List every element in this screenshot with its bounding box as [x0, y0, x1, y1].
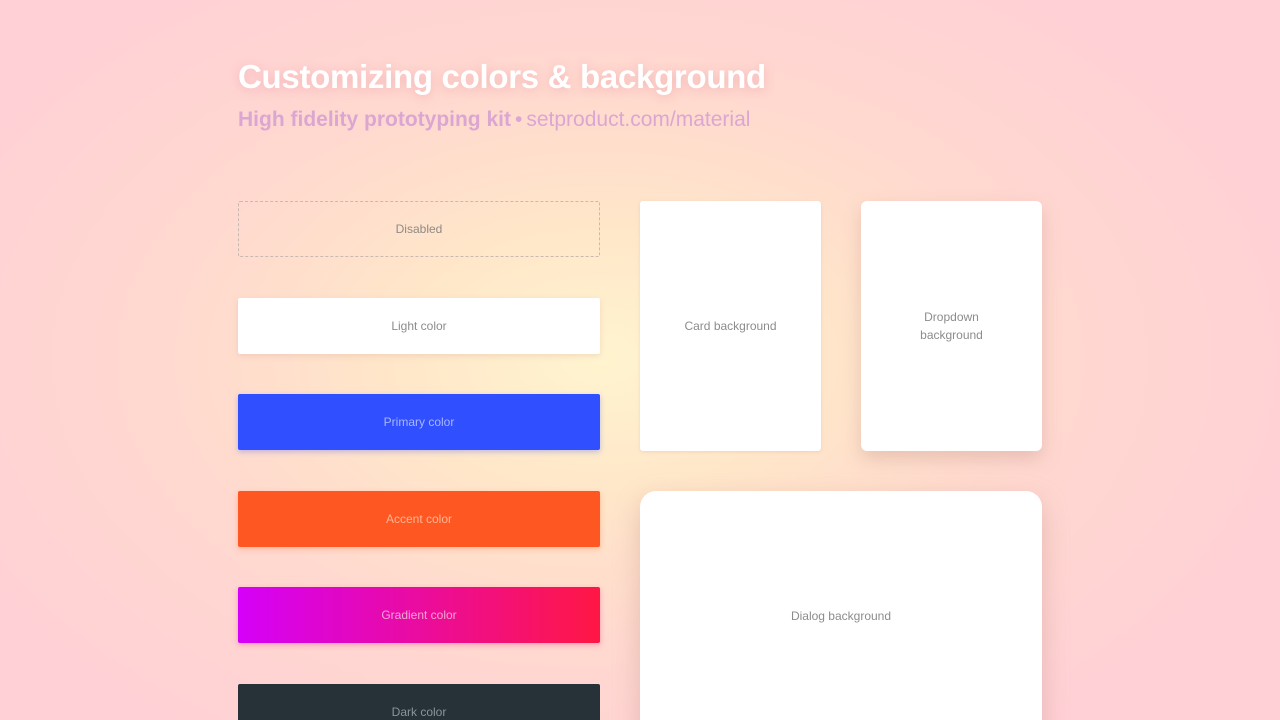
- disabled-swatch: Disabled: [238, 201, 600, 257]
- dropdown-background-label: Dropdown background: [920, 310, 983, 342]
- dialog-background-label: Dialog background: [790, 609, 892, 623]
- subtitle-kit-name: High fidelity prototyping kit: [238, 108, 511, 131]
- light-color-label: Light color: [391, 319, 447, 333]
- dark-color-label: Dark color: [391, 705, 447, 719]
- card-background-panel[interactable]: Card background: [640, 201, 821, 451]
- subtitle-website-link[interactable]: setproduct.com/material: [526, 108, 750, 131]
- page-subtitle: High fidelity prototyping kit • setproduct…: [238, 108, 750, 132]
- dark-color-swatch[interactable]: Dark color: [238, 684, 600, 720]
- subtitle-separator: •: [514, 108, 523, 131]
- accent-color-label: Accent color: [385, 512, 453, 526]
- card-background-label: Card background: [684, 319, 777, 333]
- dropdown-background-panel[interactable]: Dropdown background: [861, 201, 1042, 451]
- accent-color-swatch[interactable]: Accent color: [238, 491, 600, 547]
- page-title: Customizing colors & background: [238, 58, 766, 95]
- primary-color-label: Primary color: [383, 415, 455, 429]
- dialog-background-panel[interactable]: Dialog background: [640, 491, 1042, 720]
- disabled-swatch-label: Disabled: [395, 222, 443, 236]
- gradient-color-label: Gradient color: [381, 608, 457, 622]
- gradient-color-swatch[interactable]: Gradient color: [238, 587, 600, 643]
- light-color-swatch[interactable]: Light color: [238, 298, 600, 354]
- primary-color-swatch[interactable]: Primary color: [238, 394, 600, 450]
